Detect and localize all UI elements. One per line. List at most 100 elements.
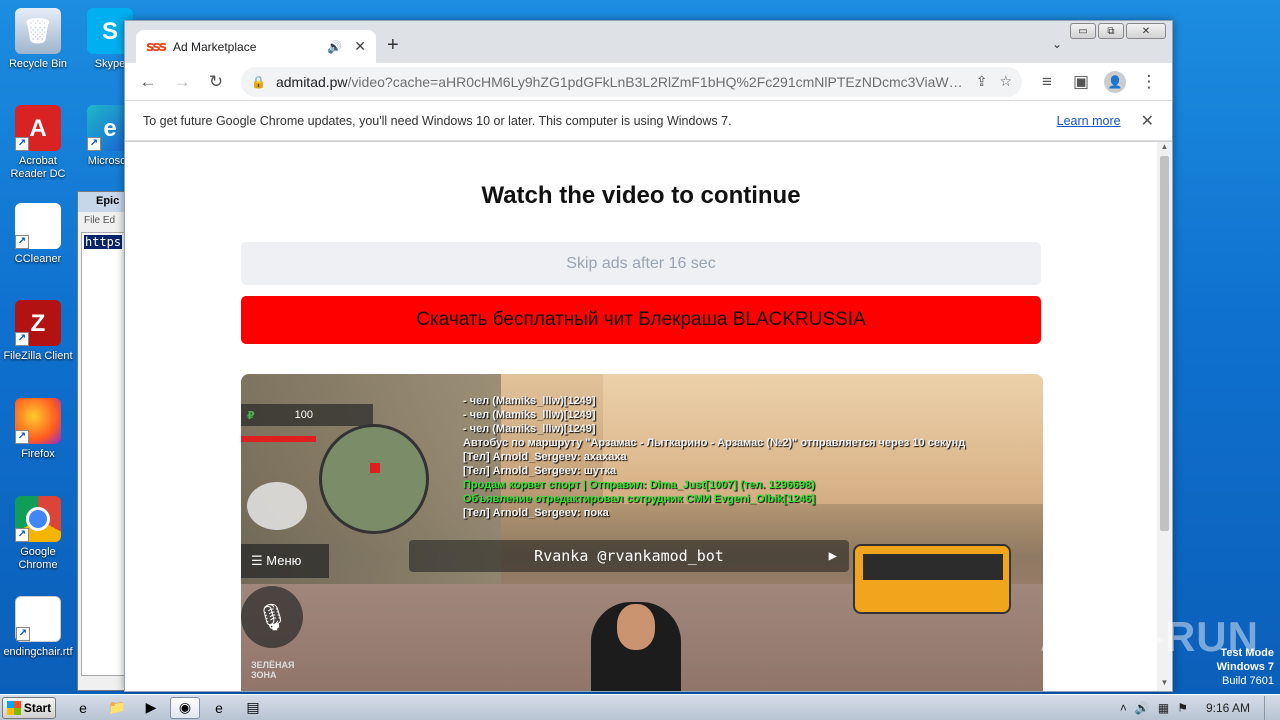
bookmark-star-icon[interactable]: ☆ — [999, 73, 1012, 90]
desktop-icon-label: endingchair.rtf — [3, 646, 73, 658]
tab-strip: ꜱꜱꜱ Ad Marketplace 🔊 ✕ + ⌄ ▭ ⧉ ✕ — [125, 21, 1172, 63]
recycle-bin-icon: 🗑 — [15, 8, 61, 54]
desktop-icon-word-document[interactable]: W ↗ endingchair.rtf — [0, 596, 76, 659]
video-bus — [853, 544, 1011, 614]
back-button[interactable]: ← — [133, 67, 163, 97]
fist-icon — [247, 482, 307, 530]
lock-icon[interactable]: 🔒 — [251, 75, 266, 89]
taskbar: Start e 📁 ▶ ◉ e ▤ ˄ 🔊 ▦ ⚑ 9:16 AM — [0, 694, 1280, 720]
tab-ad-marketplace[interactable]: ꜱꜱꜱ Ad Marketplace 🔊 ✕ — [136, 30, 376, 63]
desktop-icon-ccleaner[interactable]: C ↗ CCleaner — [0, 203, 76, 266]
video-player[interactable]: ₽ 100 ☰ Меню 🎙 ЗЕЛЁНАЯ ЗОНА - чел (Mamik… — [241, 374, 1043, 691]
chat-line: Автобус по маршруту "Арзамас - Лыткарино… — [463, 437, 966, 449]
game-chat: - чел (Mamiks_lllw)[1249] - чел (Mamiks_l… — [463, 394, 965, 520]
desktop-icon-label: Google Chrome — [18, 546, 58, 571]
minimize-button[interactable]: ▭ — [1070, 23, 1096, 39]
zone-label: ЗЕЛЁНАЯ ЗОНА — [251, 660, 295, 680]
desktop-icon-label: CCleaner — [14, 253, 62, 265]
infobar-close-icon[interactable]: ✕ — [1141, 111, 1154, 131]
chat-line: - чел (Mamiks_lllw)[1249] — [463, 423, 596, 435]
ccleaner-icon: C ↗ — [15, 203, 61, 249]
profile-button[interactable]: 👤 — [1100, 67, 1130, 97]
tab-search-chevron-icon[interactable]: ⌄ — [1052, 37, 1062, 51]
browser-window[interactable]: ꜱꜱꜱ Ad Marketplace 🔊 ✕ + ⌄ ▭ ⧉ ✕ ← → ↻ 🔒… — [124, 20, 1173, 692]
game-menu-button: ☰ Меню — [241, 544, 329, 578]
skip-ads-button[interactable]: Skip ads after 16 sec — [241, 242, 1041, 285]
window-close-button[interactable]: ✕ — [1126, 23, 1166, 39]
reload-button[interactable]: ↻ — [201, 67, 231, 97]
windows-logo-icon — [6, 700, 21, 715]
hud-money: ₽ 100 — [241, 404, 373, 426]
shortcut-arrow-icon: ↗ — [15, 528, 29, 542]
desktop-icon-chrome[interactable]: ↗ Google Chrome — [0, 496, 76, 572]
editor-selected-text: https — [84, 235, 123, 249]
chrome-taskbar-icon[interactable]: ◉ — [170, 696, 200, 719]
tab-title: Ad Marketplace — [173, 39, 257, 54]
acrobat-icon: A ↗ — [15, 105, 61, 151]
show-desktop-button[interactable] — [1264, 695, 1274, 720]
start-label: Start — [23, 700, 52, 715]
desktop-icon-filezilla[interactable]: Z ↗ FileZilla Client — [0, 300, 76, 363]
network-icon[interactable]: ▦ — [1158, 701, 1169, 715]
ruble-icon: ₽ — [247, 409, 255, 422]
volume-icon[interactable]: 🔊 — [1135, 701, 1150, 715]
forward-button[interactable]: → — [167, 67, 197, 97]
chat-line: Продам корвет спорт | Отправил: Dima_Jus… — [463, 479, 815, 491]
learn-more-link[interactable]: Learn more — [1057, 114, 1121, 128]
firefox-icon: ↗ — [15, 398, 61, 444]
video-watermark: Rvanka @rvankamod_bot ▶ — [409, 540, 849, 572]
video-person-head — [617, 604, 655, 650]
reading-list-icon[interactable]: ≡ — [1032, 67, 1062, 97]
new-tab-button[interactable]: + — [387, 34, 399, 57]
share-icon[interactable]: ⇪ — [976, 73, 988, 90]
hud-minimap — [319, 424, 429, 534]
media-player-icon[interactable]: ▶ — [136, 697, 166, 719]
speaker-icon[interactable]: 🔊 — [327, 40, 342, 54]
desktop-icon-recycle-bin[interactable]: 🗑 Recycle Bin — [0, 8, 76, 71]
tray-chevron-icon[interactable]: ˄ — [1120, 701, 1127, 715]
restore-button[interactable]: ⧉ — [1098, 23, 1124, 39]
clock[interactable]: 9:16 AM — [1206, 701, 1250, 715]
scroll-up-icon[interactable]: ▲ — [1157, 142, 1172, 155]
hud-health-bar — [241, 436, 316, 442]
scroll-thumb[interactable] — [1160, 156, 1169, 531]
infobar-message: To get future Google Chrome updates, you… — [143, 113, 732, 128]
chat-line: - чел (Mamiks_lllw)[1249] — [463, 395, 596, 407]
tab-favicon-icon: ꜱꜱꜱ — [146, 38, 167, 54]
browser-toolbar: ← → ↻ 🔒 admitad.pw /video?cache=aHR0cHM6… — [125, 63, 1172, 101]
scroll-down-icon[interactable]: ▼ — [1157, 678, 1172, 691]
shortcut-arrow-icon: ↗ — [15, 235, 29, 249]
side-panel-icon[interactable]: ▣ — [1066, 67, 1096, 97]
menu-kebab-icon[interactable]: ⋮ — [1134, 67, 1164, 97]
address-host: admitad.pw — [275, 73, 348, 90]
filezilla-icon: Z ↗ — [15, 300, 61, 346]
desktop-icon-label: Firefox — [21, 448, 55, 460]
page-title: Watch the video to continue — [481, 182, 801, 209]
test-mode-line2: Windows 7 — [1216, 661, 1274, 673]
internet-explorer-icon[interactable]: e — [68, 697, 98, 719]
shortcut-arrow-icon: ↗ — [15, 332, 29, 346]
window-controls: ▭ ⧉ ✕ — [1070, 23, 1166, 39]
page-scrollbar[interactable]: ▲ ▼ — [1157, 142, 1172, 691]
desktop-icon-firefox[interactable]: ↗ Firefox — [0, 398, 76, 461]
chrome-icon: ↗ — [15, 496, 61, 542]
address-bar[interactable]: 🔒 admitad.pw /video?cache=aHR0cHM6Ly9hZG… — [241, 66, 1022, 97]
start-button[interactable]: Start — [2, 696, 56, 719]
play-icon: ▶ — [828, 548, 837, 564]
test-mode-label: Test Mode Windows 7 Build 7601 — [1217, 646, 1274, 688]
video-watermark-text: Rvanka @rvankamod_bot — [534, 547, 724, 565]
test-mode-line1: Test Mode — [1220, 647, 1274, 659]
chat-line: [Тел] Arnold_Sergeev: ахахаха — [463, 451, 627, 463]
chat-line: [Тел] Arnold_Sergeev: шутка — [463, 465, 617, 477]
chat-line: - чел (Mamiks_lllw)[1249] — [463, 409, 596, 421]
folder-icon[interactable]: 📁 — [102, 697, 132, 719]
desktop-icon-label: FileZilla Client — [3, 350, 73, 362]
edge-taskbar-icon[interactable]: e — [204, 697, 234, 719]
page-viewport: Watch the video to continue Skip ads aft… — [125, 142, 1172, 691]
notepad-icon[interactable]: ▤ — [238, 697, 268, 719]
download-cheat-button[interactable]: Скачать бесплатный чит Блекраша BLACKRUS… — [241, 296, 1041, 344]
tab-close-icon[interactable]: ✕ — [354, 38, 366, 55]
desktop-icon-label: Recycle Bin — [8, 58, 68, 70]
action-center-flag-icon[interactable]: ⚑ — [1177, 701, 1188, 715]
desktop-icon-acrobat[interactable]: A ↗ Acrobat Reader DC — [0, 105, 76, 181]
